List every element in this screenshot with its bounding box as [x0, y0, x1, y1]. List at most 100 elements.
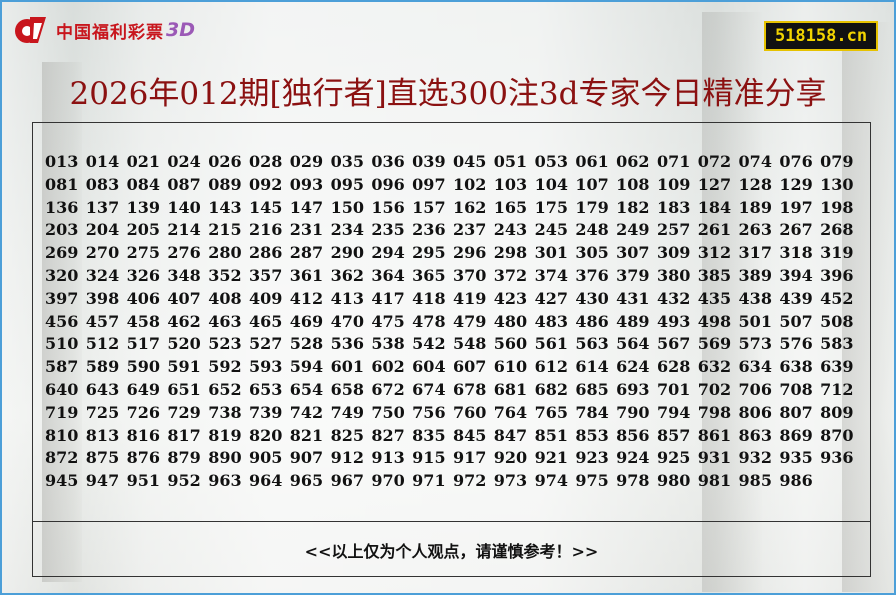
number-item: 081	[45, 174, 79, 194]
number-item: 742	[289, 402, 324, 422]
number-item: 612	[534, 357, 568, 377]
number-item: 396	[820, 265, 854, 285]
number-item: 407	[167, 288, 201, 308]
number-item: 569	[697, 334, 732, 354]
number-item: 614	[575, 357, 609, 377]
number-item: 257	[656, 220, 691, 240]
number-item: 819	[208, 425, 242, 445]
number-item: 287	[289, 243, 324, 263]
number-item: 309	[656, 243, 691, 263]
number-item: 263	[738, 220, 772, 240]
number-item: 483	[534, 311, 568, 331]
number-item: 079	[820, 152, 854, 171]
number-item: 475	[371, 311, 405, 331]
number-item: 980	[656, 471, 691, 491]
number-item: 237	[452, 220, 487, 240]
number-item: 725	[85, 402, 120, 422]
site-badge[interactable]: 518158.cn	[764, 21, 878, 51]
number-item: 245	[534, 220, 568, 240]
number-item: 024	[167, 152, 201, 171]
number-item: 197	[779, 197, 813, 217]
number-item: 890	[208, 448, 242, 468]
number-item: 145	[248, 197, 283, 217]
number-item: 560	[493, 334, 528, 354]
number-item: 965	[289, 471, 324, 491]
number-item: 083	[85, 174, 120, 194]
number-item: 268	[820, 220, 854, 240]
number-item: 879	[167, 448, 201, 468]
panel-divider	[33, 521, 870, 522]
number-item: 952	[167, 471, 201, 491]
number-item: 951	[126, 471, 160, 491]
number-item: 243	[493, 220, 528, 240]
number-item: 087	[167, 174, 201, 194]
number-item: 189	[738, 197, 772, 217]
number-item: 973	[493, 471, 528, 491]
number-item: 104	[534, 174, 568, 194]
number-item: 295	[412, 243, 446, 263]
number-item: 379	[616, 265, 650, 285]
number-item: 712	[820, 379, 854, 399]
number-item: 702	[697, 379, 732, 399]
number-item: 981	[697, 471, 732, 491]
number-item: 917	[452, 448, 487, 468]
number-item: 750	[371, 402, 405, 422]
number-item: 601	[330, 357, 364, 377]
number-item: 875	[85, 448, 120, 468]
number-item: 014	[85, 152, 120, 171]
number-item: 365	[412, 265, 446, 285]
logo-text: 中国福利彩票	[56, 22, 164, 43]
number-item: 204	[85, 220, 120, 240]
number-item: 021	[126, 152, 160, 171]
number-item: 708	[779, 379, 813, 399]
number-item: 413	[330, 288, 364, 308]
number-item: 640	[45, 379, 79, 399]
number-item: 564	[616, 334, 650, 354]
number-item: 352	[208, 265, 242, 285]
number-item: 092	[248, 174, 283, 194]
number-item: 971	[412, 471, 446, 491]
number-item: 986	[779, 471, 813, 491]
number-item: 162	[452, 197, 487, 217]
number-item: 847	[493, 425, 528, 445]
number-item: 501	[738, 311, 772, 331]
number-item: 417	[371, 288, 405, 308]
number-item: 108	[616, 174, 650, 194]
number-item: 729	[167, 402, 201, 422]
number-item: 294	[371, 243, 405, 263]
number-item: 563	[575, 334, 609, 354]
number-item: 784	[575, 402, 609, 422]
number-item: 508	[820, 311, 854, 331]
number-item: 634	[738, 357, 772, 377]
number-item: 806	[738, 402, 772, 422]
number-item: 682	[534, 379, 568, 399]
number-item: 921	[534, 448, 568, 468]
number-item: 821	[289, 425, 324, 445]
number-item: 072	[697, 152, 732, 171]
number-item: 051	[493, 152, 528, 171]
number-item: 701	[656, 379, 691, 399]
number-item: 435	[697, 288, 732, 308]
number-item: 974	[534, 471, 568, 491]
number-item: 685	[575, 379, 609, 399]
number-item: 624	[616, 357, 650, 377]
number-item: 364	[371, 265, 405, 285]
number-item: 478	[412, 311, 446, 331]
number-item: 589	[85, 357, 120, 377]
numbers-grid: 013 014 021 024 026 028 029 035 036 039 045 051 053 0…	[45, 151, 861, 493]
number-item: 270	[85, 243, 120, 263]
number-item: 039	[412, 152, 446, 171]
number-item: 184	[697, 197, 732, 217]
number-item: 430	[575, 288, 609, 308]
number-item: 175	[534, 197, 568, 217]
number-item: 607	[452, 357, 487, 377]
number-item: 280	[208, 243, 242, 263]
number-item: 507	[779, 311, 813, 331]
number-item: 231	[289, 220, 324, 240]
number-item: 029	[289, 152, 324, 171]
number-item: 861	[697, 425, 732, 445]
number-item: 084	[126, 174, 160, 194]
number-item: 876	[126, 448, 160, 468]
number-item: 074	[738, 152, 772, 171]
number-item: 348	[167, 265, 201, 285]
